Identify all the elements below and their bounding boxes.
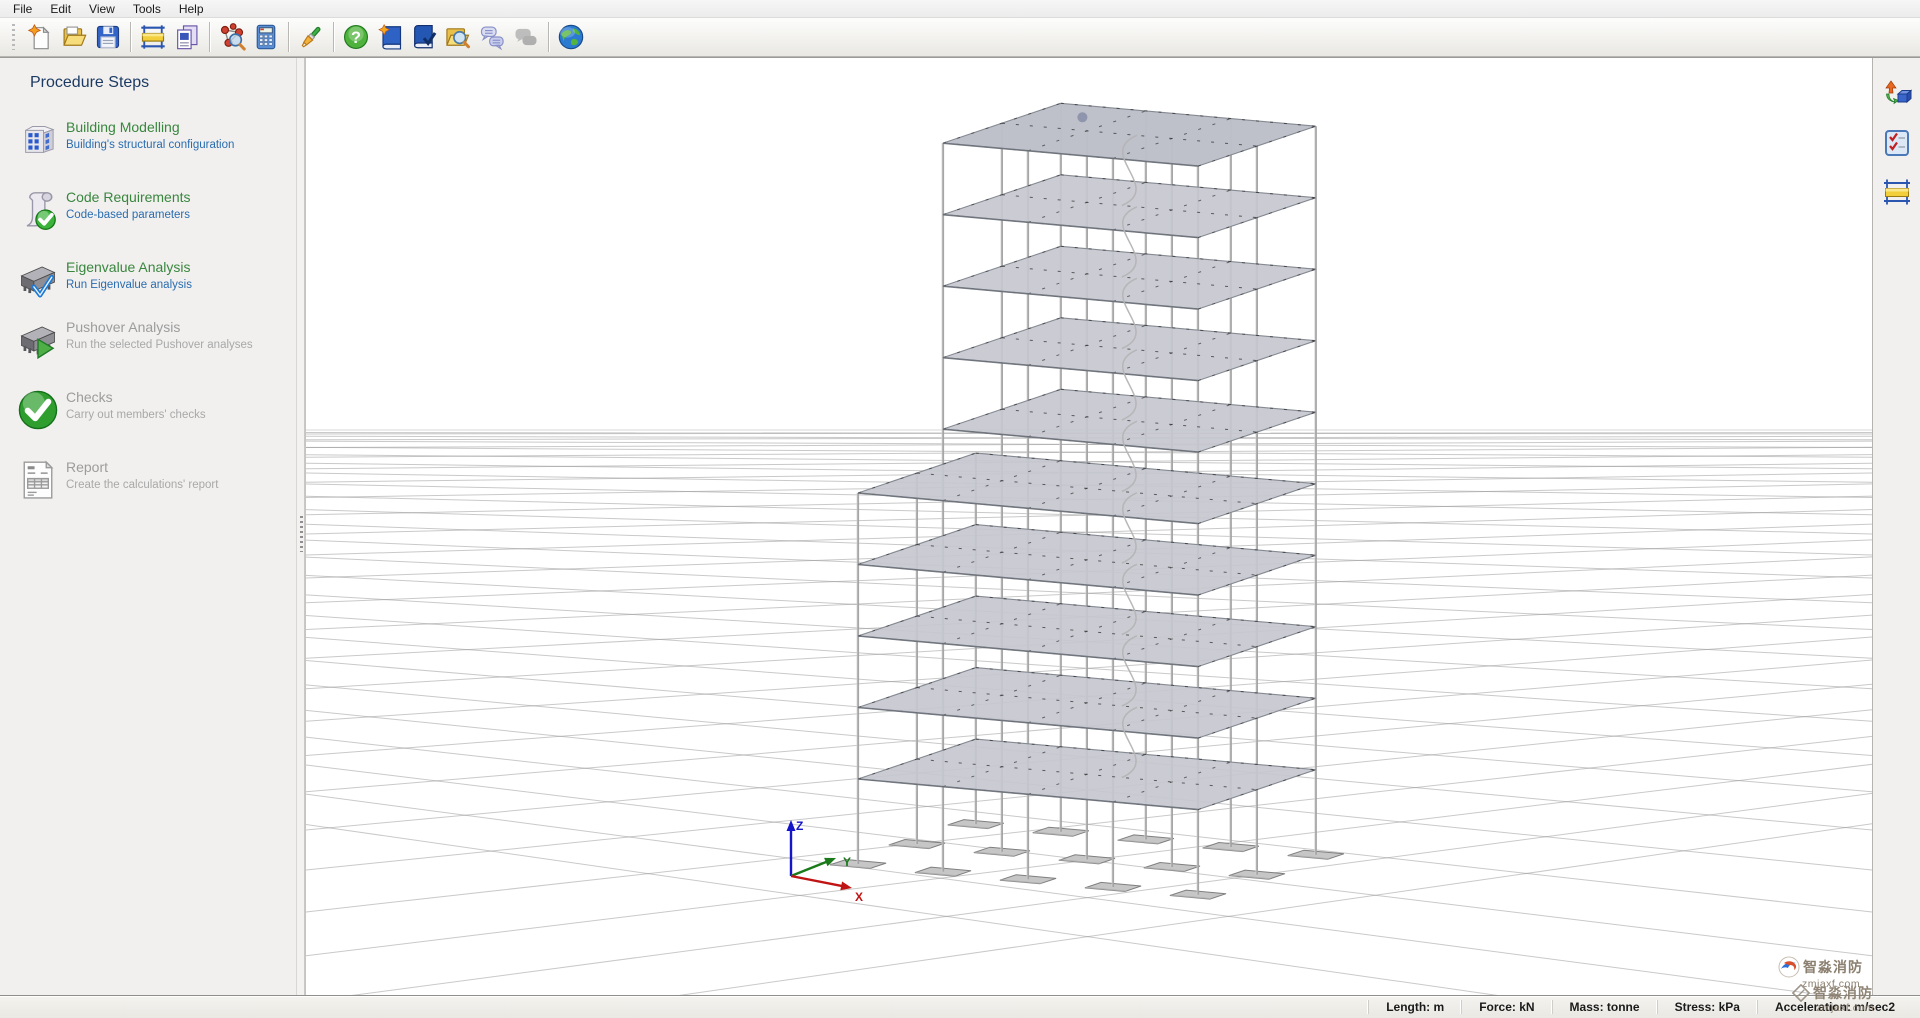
right-tool-panel <box>1872 58 1920 996</box>
toolbar-grip[interactable] <box>12 24 15 50</box>
procedure-steps-panel: Procedure Steps <box>0 58 296 996</box>
svg-text:Y: Y <box>843 855 851 869</box>
report-document-icon <box>10 458 66 502</box>
step-checks[interactable]: Checks Carry out members' checks <box>0 380 296 440</box>
chip-check-icon <box>10 258 66 302</box>
book-check-icon <box>410 23 438 51</box>
building-icon <box>10 118 66 162</box>
building-3d-scene: Z Y X <box>306 58 1872 996</box>
step-report[interactable]: Report Create the calculations' report <box>0 450 296 510</box>
view-orientation-icon <box>1882 79 1912 109</box>
sidebar-splitter[interactable] <box>296 58 305 996</box>
help-button[interactable]: ? <box>339 20 373 54</box>
main-area: Procedure Steps <box>0 57 1920 995</box>
check-circle-icon <box>10 388 66 432</box>
step-title: Eigenvalue Analysis <box>66 259 192 275</box>
beam-section-icon <box>1882 177 1912 207</box>
step-title: Checks <box>66 389 206 405</box>
remote-support-button <box>509 20 543 54</box>
procedure-steps-title: Procedure Steps <box>30 74 296 92</box>
calculator-button[interactable] <box>249 20 283 54</box>
website-button[interactable] <box>554 20 588 54</box>
chat-bubbles-icon <box>478 23 506 51</box>
book-star-icon <box>376 23 404 51</box>
new-document-icon <box>26 23 54 51</box>
splitter-grip[interactable] <box>300 516 303 552</box>
menu-file[interactable]: File <box>4 1 41 17</box>
step-title: Building Modelling <box>66 119 234 135</box>
toolbar-separator <box>288 22 289 52</box>
svg-text:?: ? <box>351 29 361 47</box>
status-bar: Length: m Force: kN Mass: tonne Stress: … <box>0 995 1920 1018</box>
report-pages-icon <box>173 23 201 51</box>
menu-tools[interactable]: Tools <box>124 1 170 17</box>
report-button[interactable] <box>170 20 204 54</box>
run-analysis-button[interactable] <box>215 20 249 54</box>
open-folder-icon <box>60 23 88 51</box>
step-subtitle: Run Eigenvalue analysis <box>66 279 192 291</box>
status-mass-unit: Mass: tonne <box>1552 1000 1657 1014</box>
toolbar-separator <box>333 22 334 52</box>
remote-support-disabled-icon <box>512 23 540 51</box>
save-project-button[interactable] <box>91 20 125 54</box>
menu-view[interactable]: View <box>80 1 124 17</box>
toolbar-separator <box>130 22 131 52</box>
display-options-button[interactable] <box>294 20 328 54</box>
beam-frame-icon <box>139 23 167 51</box>
menu-help[interactable]: Help <box>170 1 213 17</box>
building-modeller-button[interactable] <box>136 20 170 54</box>
new-project-button[interactable] <box>23 20 57 54</box>
status-acceleration-unit: Acceleration: m/sec2 <box>1757 1000 1912 1014</box>
step-subtitle: Code-based parameters <box>66 209 191 221</box>
step-title: Pushover Analysis <box>66 319 253 335</box>
model-viewport[interactable]: Z Y X <box>305 58 1872 996</box>
svg-text:Z: Z <box>796 819 803 833</box>
step-code-requirements[interactable]: Code Requirements Code-based parameters <box>0 180 296 240</box>
status-force-unit: Force: kN <box>1461 1000 1551 1014</box>
paintbrush-icon <box>297 23 325 51</box>
status-stress-unit: Stress: kPa <box>1657 1000 1757 1014</box>
step-subtitle: Carry out members' checks <box>66 409 206 421</box>
step-subtitle: Building's structural configuration <box>66 139 234 151</box>
tutorials-button[interactable] <box>373 20 407 54</box>
menu-edit[interactable]: Edit <box>41 1 80 17</box>
step-title: Code Requirements <box>66 189 191 205</box>
user-manual-button[interactable] <box>407 20 441 54</box>
step-eigenvalue-analysis[interactable]: Eigenvalue Analysis Run Eigenvalue analy… <box>0 250 296 310</box>
save-floppy-icon <box>94 23 122 51</box>
step-title: Report <box>66 459 218 475</box>
view-orientation-button[interactable] <box>1879 76 1915 112</box>
calculator-icon <box>252 23 280 51</box>
example-files-button[interactable] <box>441 20 475 54</box>
molecule-search-icon <box>218 23 246 51</box>
folder-search-icon <box>444 23 472 51</box>
help-icon: ? <box>342 23 370 51</box>
checklist-icon <box>1882 128 1912 158</box>
toolbar-separator <box>548 22 549 52</box>
step-subtitle: Run the selected Pushover analyses <box>66 339 253 351</box>
chip-play-icon <box>10 318 66 362</box>
step-subtitle: Create the calculations' report <box>66 479 218 491</box>
svg-text:X: X <box>855 890 863 904</box>
active-checks-button[interactable] <box>1879 125 1915 161</box>
menu-bar: File Edit View Tools Help <box>0 0 1920 18</box>
globe-icon <box>557 23 585 51</box>
step-pushover-analysis[interactable]: Pushover Analysis Run the selected Pusho… <box>0 310 296 370</box>
scroll-check-icon <box>10 188 66 232</box>
open-project-button[interactable] <box>57 20 91 54</box>
forum-button[interactable] <box>475 20 509 54</box>
toolbar-separator <box>209 22 210 52</box>
status-length-unit: Length: m <box>1368 1000 1461 1014</box>
beam-section-button[interactable] <box>1879 174 1915 210</box>
step-building-modelling[interactable]: Building Modelling Building's structural… <box>0 110 296 170</box>
main-toolbar: ? <box>0 18 1920 57</box>
